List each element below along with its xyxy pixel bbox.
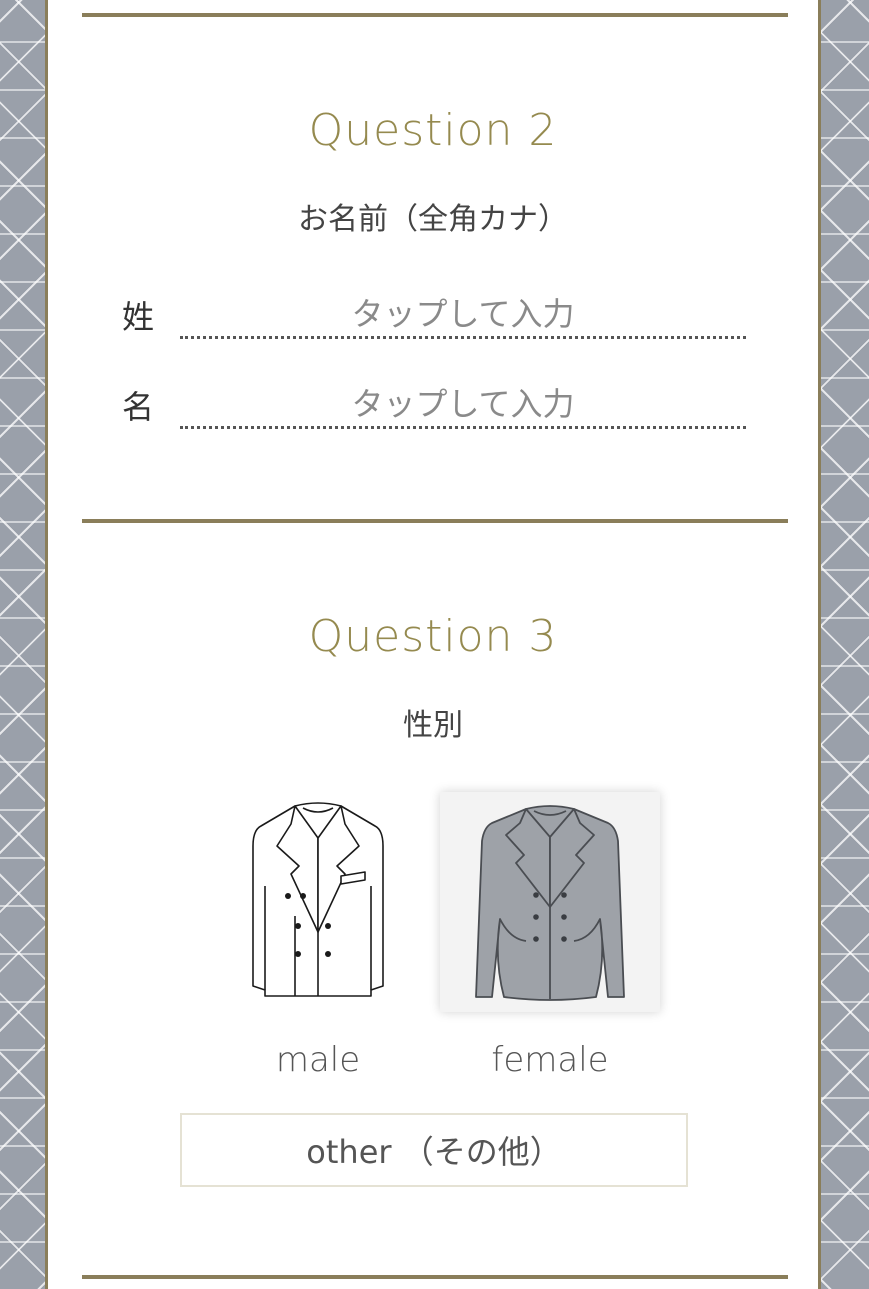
last-name-input[interactable] xyxy=(180,292,746,339)
section-divider xyxy=(82,13,788,17)
gender-label-female: female xyxy=(491,1040,609,1080)
male-jacket-icon xyxy=(252,802,384,997)
gender-option-male[interactable] xyxy=(208,792,428,1012)
question-2-subtitle: お名前（全角カナ） xyxy=(298,202,568,237)
gender-other-button[interactable]: other （その他） xyxy=(180,1113,688,1187)
gender-other-label: other （その他） xyxy=(306,1133,562,1171)
first-name-label: 名 xyxy=(122,388,155,426)
section-divider xyxy=(82,1275,788,1279)
question-3-title: Question 3 xyxy=(308,611,558,662)
female-jacket-icon xyxy=(475,805,625,1001)
gender-option-female[interactable] xyxy=(440,792,660,1012)
gender-label-male: male xyxy=(275,1040,361,1080)
first-name-input[interactable] xyxy=(180,382,746,429)
question-3-subtitle: 性別 xyxy=(403,708,463,743)
section-divider xyxy=(82,519,788,523)
last-name-label: 姓 xyxy=(122,298,155,336)
question-2-title: Question 2 xyxy=(308,105,558,156)
